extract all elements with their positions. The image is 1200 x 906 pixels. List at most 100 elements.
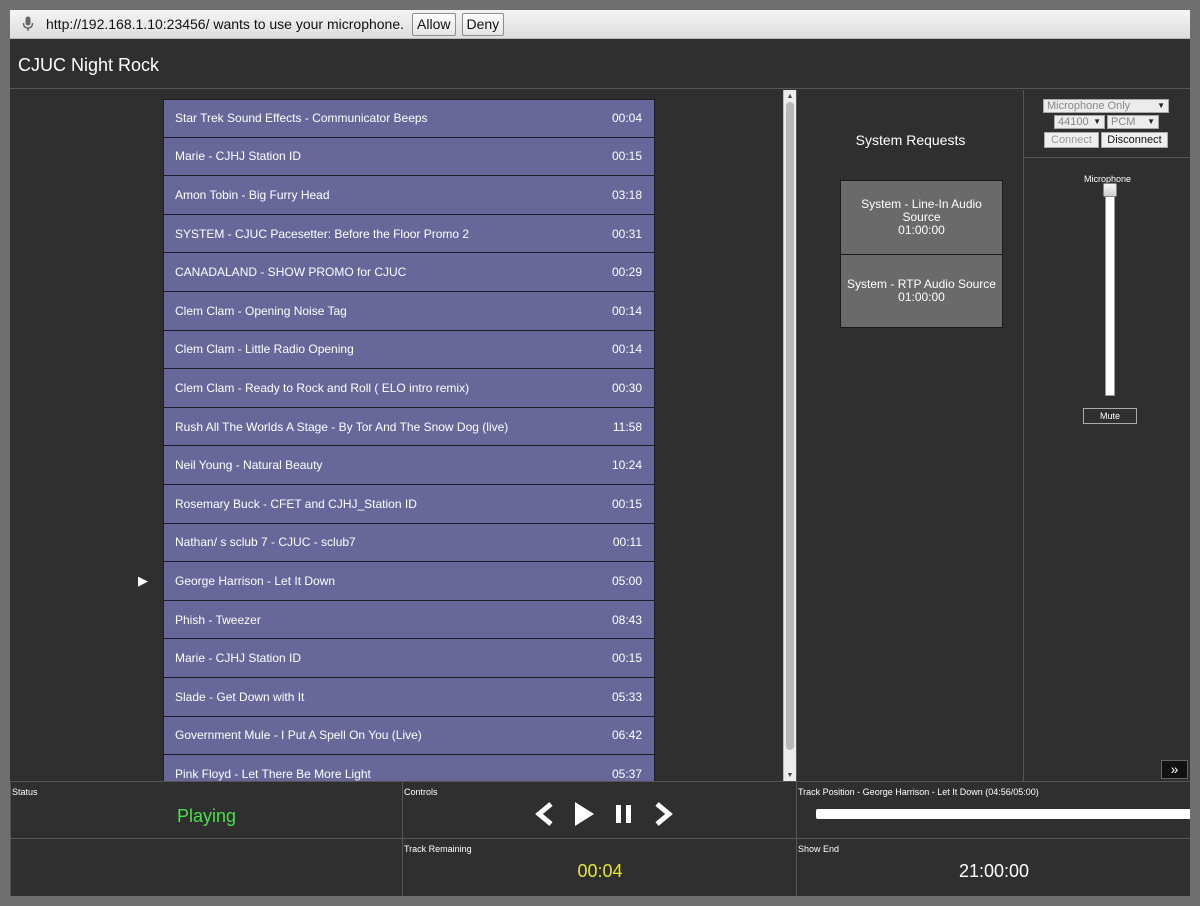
track-title: Marie - CJHJ Station ID [175,149,302,164]
page-title: CJUC Night Rock [18,55,160,75]
track-duration: 05:33 [611,689,642,704]
track-duration: 00:14 [611,303,642,318]
scroll-up-arrow-icon[interactable]: ▲ [784,90,796,102]
chevron-down-icon: ▼ [1147,117,1155,126]
playlist-item[interactable]: CANADALAND - SHOW PROMO for CJUC 00:29 [163,253,655,292]
expand-button[interactable]: » [1161,760,1188,779]
track-title: Clem Clam - Ready to Rock and Roll ( ELO… [175,380,470,395]
playlist-item[interactable]: Nathan/ s sclub 7 - CJUC - sclub7 00:11 [163,523,655,563]
track-duration: 00:14 [611,342,642,357]
track-title: Nathan/ s sclub 7 - CJUC - sclub7 [175,535,356,550]
controls-cell: Controls [402,781,796,838]
track-duration: 03:18 [611,187,642,202]
playlist-item[interactable]: Neil Young - Natural Beauty 10:24 [163,446,655,485]
playlist-item[interactable]: Clem Clam - Ready to Rock and Roll ( ELO… [163,369,655,408]
playlist-item[interactable]: Rosemary Buck - CFET and CJHJ_Station ID… [163,484,655,524]
playlist-item[interactable]: Phish - Tweezer 08:43 [163,600,655,640]
mute-button[interactable]: Mute [1083,408,1137,424]
playlist: Star Trek Sound Effects - Communicator B… [163,99,655,781]
pause-icon [616,805,631,823]
chevron-down-icon: ▼ [1093,117,1101,126]
track-title: Clem Clam - Opening Noise Tag [175,303,347,318]
sample-rate-select[interactable]: 44100 ▼ [1054,115,1105,129]
request-duration: 01:00:00 [898,290,945,304]
header: CJUC Night Rock [10,39,1190,89]
show-end-cell: Show End 21:00:00 [796,838,1190,896]
playlist-item[interactable]: Slade - Get Down with It 05:33 [163,677,655,717]
playlist-item[interactable]: Pink Floyd - Let There Be More Light 05:3… [163,755,655,781]
track-duration: 11:58 [612,419,642,434]
playlist-item[interactable]: Clem Clam - Opening Noise Tag 00:14 [163,291,655,331]
status-cell: Status Playing [10,781,402,838]
playlist-item[interactable]: Star Trek Sound Effects - Communicator B… [163,99,655,138]
playlist-item[interactable]: Clem Clam - Little Radio Opening 00:14 [163,330,655,370]
controls-label: Controls [404,787,438,797]
connect-button[interactable]: Connect [1044,132,1099,148]
track-title: Amon Tobin - Big Furry Head [175,187,330,202]
audio-source-select[interactable]: Microphone Only ▼ [1043,99,1169,113]
next-icon [655,802,673,826]
track-title: Clem Clam - Little Radio Opening [175,342,354,357]
deny-button[interactable]: Deny [461,12,505,36]
track-title: Pink Floyd - Let There Be More Light [175,766,371,781]
track-duration: 00:31 [611,226,642,241]
playlist-scrollbar[interactable]: ▲ ▼ [783,90,796,781]
scrollbar-thumb[interactable] [786,102,794,750]
format-select[interactable]: PCM ▼ [1107,115,1159,129]
track-title: Slade - Get Down with It [175,689,305,704]
playlist-item[interactable]: Marie - CJHJ Station ID 00:15 [163,639,655,678]
audio-source-value: Microphone Only [1047,100,1131,112]
track-title: Star Trek Sound Effects - Communicator B… [175,111,428,126]
play-button[interactable] [567,799,601,829]
slider-handle[interactable] [1103,183,1117,197]
track-title: Government Mule - I Put A Spell On You (… [175,728,422,743]
playlist-item[interactable]: SYSTEM - CJUC Pacesetter: Before the Flo… [163,214,655,254]
track-duration: 00:04 [611,111,642,126]
transport-controls [527,799,687,829]
system-request-card[interactable]: System - RTP Audio Source 01:00:00 [840,254,1003,328]
track-duration: 05:37 [611,766,642,781]
system-request-card[interactable]: System - Line-In Audio Source 01:00:00 [840,180,1003,255]
track-duration: 00:29 [611,265,642,280]
allow-button[interactable]: Allow [412,12,456,36]
previous-icon [535,802,553,826]
previous-button[interactable] [527,799,561,829]
chevron-down-icon: ▼ [1157,101,1165,110]
format-value: PCM [1111,116,1136,128]
disconnect-button[interactable]: Disconnect [1101,132,1168,148]
playlist-item[interactable]: Amon Tobin - Big Furry Head 03:18 [163,176,655,215]
next-button[interactable] [647,799,681,829]
playlist-item[interactable]: Rush All The Worlds A Stage - By Tor And… [163,407,655,447]
microphone-volume-slider[interactable] [1105,186,1115,396]
track-remaining-label: Track Remaining [404,844,472,854]
playlist-panel: Star Trek Sound Effects - Communicator B… [10,90,796,781]
track-title: George Harrison - Let It Down [175,573,336,588]
microphone-icon [10,16,46,32]
playlist-item[interactable]: George Harrison - Let It Down 05:00 [163,562,655,601]
track-duration: 00:15 [611,651,642,666]
pause-button[interactable] [607,799,641,829]
scroll-down-arrow-icon[interactable]: ▼ [784,769,796,781]
track-remaining-value: 00:04 [577,861,623,881]
track-duration: 00:15 [611,149,642,164]
track-duration: 10:24 [611,458,642,473]
track-duration: 00:30 [611,380,642,395]
track-position-label: Track Position - George Harrison - Let I… [798,787,1039,797]
track-duration: 00:15 [611,496,642,511]
microphone-panel: Microphone Only ▼ 44100 ▼ PCM ▼ Connect … [1023,90,1190,781]
track-title: CANADALAND - SHOW PROMO for CJUC [175,265,407,280]
status-value: Playing [176,806,237,826]
permission-message: http://192.168.1.10:23456/ wants to use … [46,16,405,32]
playlist-item[interactable]: Marie - CJHJ Station ID 00:15 [163,137,655,177]
track-title: Rush All The Worlds A Stage - By Tor And… [175,419,509,434]
playlist-item[interactable]: Government Mule - I Put A Spell On You (… [163,716,655,756]
show-end-label: Show End [798,844,840,854]
track-title: Rosemary Buck - CFET and CJHJ_Station ID [175,496,417,511]
track-remaining-cell: Track Remaining 00:04 [402,838,796,896]
track-progress-bar[interactable] [816,809,1190,819]
app-window: http://192.168.1.10:23456/ wants to use … [10,10,1190,896]
sample-rate-value: 44100 [1058,116,1089,128]
track-title: Marie - CJHJ Station ID [175,651,302,666]
track-duration: 06:42 [611,728,642,743]
system-requests-title: System Requests [855,132,966,148]
